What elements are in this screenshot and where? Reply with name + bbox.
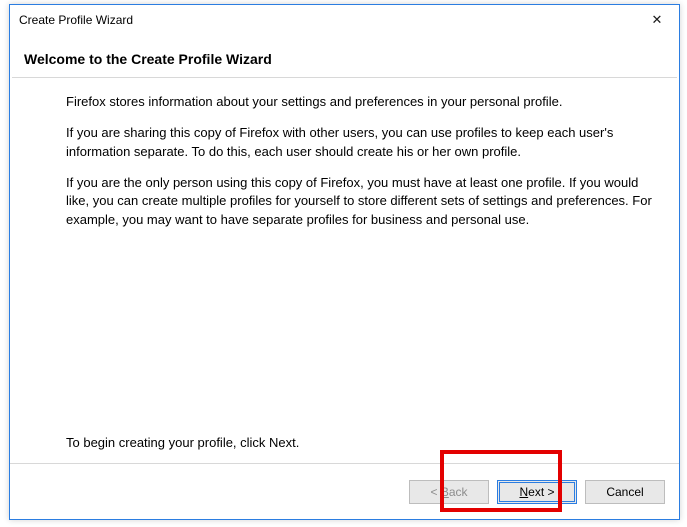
dialog-title: Create Profile Wizard [19, 13, 635, 27]
intro-paragraph-3: If you are the only person using this co… [66, 174, 655, 231]
back-button-label: < Back [430, 485, 467, 499]
next-button[interactable]: Next > [497, 480, 577, 504]
close-icon[interactable]: ✕ [635, 5, 679, 35]
back-button: < Back [409, 480, 489, 504]
create-profile-wizard-dialog: Create Profile Wizard ✕ Welcome to the C… [9, 4, 680, 520]
intro-paragraph-1: Firefox stores information about your se… [66, 93, 655, 112]
wizard-footer: < Back Next > Cancel [10, 463, 679, 519]
cancel-button[interactable]: Cancel [585, 480, 665, 504]
page-heading: Welcome to the Create Profile Wizard [24, 51, 665, 67]
intro-paragraph-2: If you are sharing this copy of Firefox … [66, 124, 655, 162]
begin-instruction: To begin creating your profile, click Ne… [66, 434, 655, 453]
next-button-label: Next > [519, 485, 554, 499]
titlebar: Create Profile Wizard ✕ [10, 5, 679, 35]
wizard-body: Firefox stores information about your se… [10, 78, 679, 463]
